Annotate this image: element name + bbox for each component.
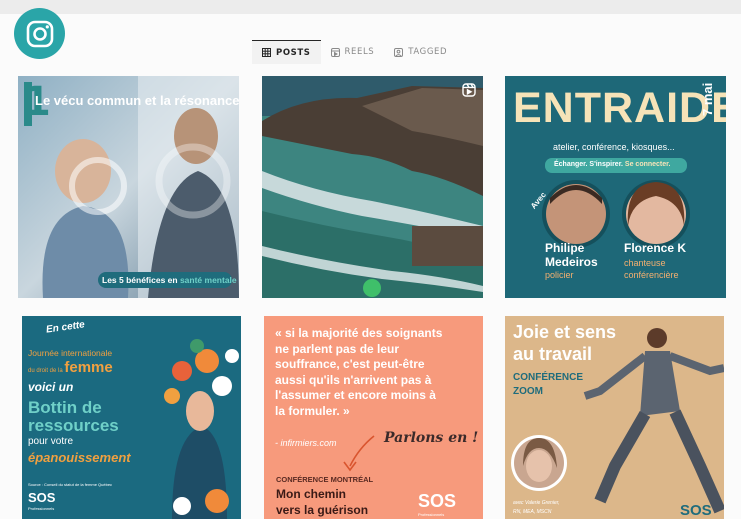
post-4-line5: Bottin de — [28, 398, 102, 417]
post-4-logo: SOS — [28, 490, 56, 505]
post-6[interactable]: Joie et sens au travail CONFÉRENCE ZOOM … — [505, 316, 724, 519]
post-1-badge: Les 5 bénéfices en santé mentale — [102, 275, 237, 285]
post-6-logo: SOS — [680, 502, 712, 519]
tagged-icon — [394, 47, 404, 57]
tab-posts-label: POSTS — [276, 47, 311, 58]
tab-reels-label: REELS — [344, 47, 375, 57]
post-5-logo: SOS — [418, 491, 457, 511]
reels-icon — [330, 47, 340, 57]
post-1-badge-prefix: Les 5 bénéfices en — [102, 275, 180, 285]
quote-line: la formuler. » — [275, 403, 350, 418]
post-4-line2: Journée internationale — [28, 348, 113, 358]
post-4-line3-prefix: du droit de la — [28, 368, 65, 374]
post-4-line3-accent: femme — [64, 359, 113, 376]
post-5-logo-sub: Professionnels — [418, 512, 445, 517]
post-5-conf-label: CONFÉRENCE MONTRÉAL — [276, 475, 374, 484]
post-3-date: 7 mai — [700, 82, 715, 116]
tab-reels[interactable]: REELS — [321, 40, 385, 64]
quote-line: aussi qu'ils n'arrivent pas à — [275, 372, 432, 387]
post-6-title-1: Joie et sens — [513, 322, 617, 342]
post-4-logo-sub: Professionnels — [28, 506, 55, 511]
post-1-badge-highlight: santé mentale — [179, 275, 237, 285]
speaker-2-role-line2: conférencière — [624, 270, 679, 280]
grid-icon — [262, 48, 271, 57]
post-4[interactable]: En cette Journée internationale du droit… — [22, 316, 241, 519]
post-5-attribution: - infirmiers.com — [275, 438, 337, 448]
post-3-subtitle: atelier, conférence, kiosques... — [553, 142, 675, 152]
post-3-tagline-accent: Se connecter. — [624, 161, 671, 168]
post-1-photo — [18, 76, 239, 298]
post-3-tagline-main: Échanger. S'inspirer. — [554, 161, 625, 168]
post-5-conf-title-1: Mon chemin — [276, 487, 347, 501]
post-5-conf-title-2: vers la guérison — [276, 503, 369, 517]
post-3[interactable]: ENTRAIDE 7 mai atelier, conférence, kios… — [505, 76, 726, 298]
speaker-1-name-line1: Philipe — [545, 241, 585, 255]
reel-icon — [462, 83, 476, 97]
post-6-label-2: ZOOM — [513, 386, 543, 397]
post-4-line6: ressources — [28, 416, 119, 435]
post-5-script: Parlons en ! — [384, 430, 479, 446]
post-3-title: ENTRAIDE — [513, 84, 726, 132]
speaker-1-name-line2: Medeiros — [545, 255, 598, 269]
post-6-speaker-2: RN, MEA, MSCN — [513, 509, 552, 515]
speaker-1-role: policier — [545, 270, 574, 280]
post-4-line4: voici un — [28, 380, 74, 394]
post-4-line8: épanouissement — [28, 450, 131, 465]
speaker-2-role-line1: chanteuse — [624, 258, 666, 268]
quote-line: souffrance, c'est peut-être — [275, 357, 425, 371]
post-4-source: Source : Conseil du statut de la femme Q… — [28, 482, 113, 487]
post-4-line7: pour votre — [28, 436, 74, 447]
post-6-speaker-1: avec Valerie Grenier, — [513, 500, 560, 506]
post-2-photo — [262, 76, 483, 298]
speaker-2-name: Florence K — [624, 241, 687, 255]
quote-line: ne parlent pas de leur — [275, 341, 400, 356]
post-5-quote: « si la majorité des soignants ne parlen… — [275, 326, 442, 419]
instagram-logo-icon[interactable] — [14, 8, 65, 59]
post-1[interactable]: 1 Le vécu commun et la résonance Les 5 b… — [18, 76, 239, 298]
quote-line: « si la majorité des soignants — [275, 326, 443, 340]
tab-tagged[interactable]: TAGGED — [384, 40, 457, 64]
tab-tagged-label: TAGGED — [408, 47, 448, 57]
post-6-label-1: CONFÉRENCE — [513, 372, 584, 383]
post-3-tagline: Échanger. S'inspirer. Se connecter. — [554, 161, 670, 168]
post-1-title: Le vécu commun et la résonance — [35, 93, 239, 108]
quote-line: l'assumer et encore moins à — [275, 388, 436, 402]
post-5[interactable]: « si la majorité des soignants ne parlen… — [264, 316, 483, 519]
post-2[interactable] — [262, 76, 483, 298]
top-bar — [0, 0, 741, 14]
post-6-title-2: au travail — [513, 344, 593, 364]
tab-posts[interactable]: POSTS — [252, 40, 321, 64]
profile-tabs: POSTS REELS TAGGED — [252, 40, 496, 64]
post-4-line3: du droit de la femme — [28, 359, 113, 377]
